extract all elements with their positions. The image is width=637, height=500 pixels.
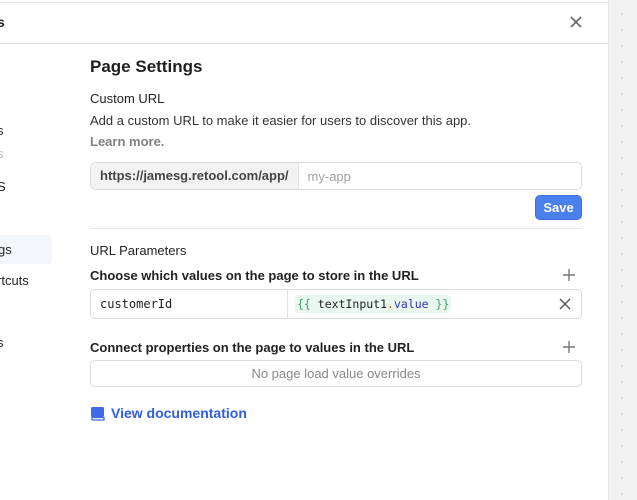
custom-url-heading: Custom URL xyxy=(90,91,165,106)
close-icon[interactable] xyxy=(568,14,584,30)
url-parameters-heading: URL Parameters xyxy=(90,243,187,258)
learn-more-link[interactable]: Learn more. xyxy=(90,134,164,149)
modal-header: s xyxy=(0,0,608,44)
code-expression: {{ textInput1.value }} xyxy=(295,295,452,313)
page-title: Page Settings xyxy=(90,57,203,76)
code-dot: . xyxy=(387,297,394,311)
book-icon xyxy=(91,406,105,421)
code-brace-open: {{ xyxy=(297,297,311,311)
empty-overrides-message: No page load value overrides xyxy=(90,360,582,387)
add-override-plus-icon[interactable] xyxy=(562,340,576,354)
sidebar-item[interactable]: s xyxy=(0,335,4,350)
add-parameter-plus-icon[interactable] xyxy=(562,268,576,282)
url-parameter-row: customerId {{ textInput1.value }} xyxy=(90,289,582,319)
modal-title-fragment: s xyxy=(0,14,5,30)
sidebar-item[interactable]: s xyxy=(0,146,4,161)
sidebar-item[interactable]: gs xyxy=(0,242,12,257)
custom-url-field: https://jamesg.retool.com/app/ xyxy=(90,162,582,190)
sidebar-item[interactable]: rtcuts xyxy=(0,273,29,288)
section-divider xyxy=(90,228,582,229)
url-prefix: https://jamesg.retool.com/app/ xyxy=(91,163,299,189)
custom-url-description: Add a custom URL to make it easier for u… xyxy=(90,113,472,128)
settings-modal: s s s Sgs rtcuts s Page Settings Custom URL … xyxy=(0,0,608,500)
connect-properties-heading: Connect properties on the page to values… xyxy=(90,340,415,355)
code-property: value xyxy=(393,297,429,311)
code-identifier: textInput1 xyxy=(317,297,388,311)
store-values-heading: Choose which values on the page to store… xyxy=(90,268,419,283)
divider xyxy=(0,2,608,3)
sidebar-item[interactable]: s xyxy=(0,123,4,138)
sidebar-item[interactable]: S xyxy=(0,179,6,194)
custom-url-input[interactable] xyxy=(298,163,581,189)
parameter-value-input[interactable]: {{ textInput1.value }} xyxy=(288,290,581,318)
canvas-background-strip xyxy=(608,0,637,500)
code-brace-close: }} xyxy=(435,297,450,311)
view-documentation-link[interactable]: View documentation xyxy=(90,405,247,421)
parameter-key-input[interactable]: customerId xyxy=(91,290,288,318)
view-documentation-label: View documentation xyxy=(111,405,247,421)
remove-parameter-close-icon[interactable] xyxy=(559,298,571,310)
save-button[interactable]: Save xyxy=(535,195,582,220)
